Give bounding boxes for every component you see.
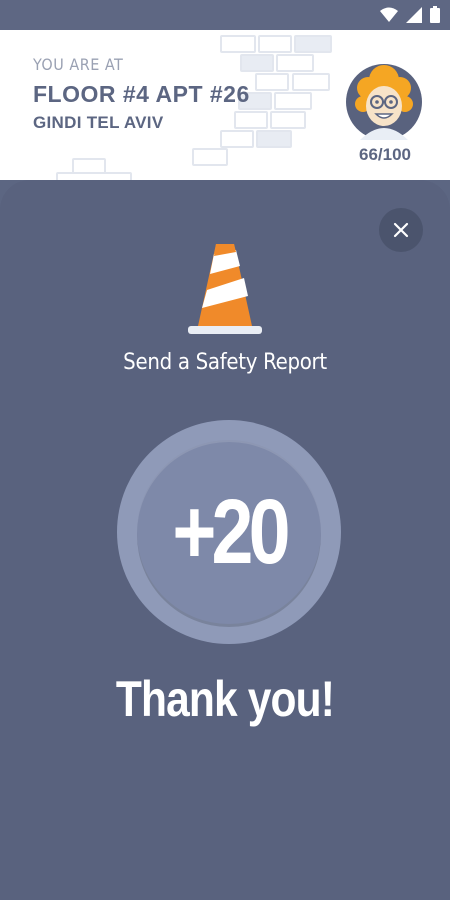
close-button[interactable] [379,208,423,252]
location-header: YOU ARE AT FLOOR #4 APT #26 GINDI TEL AV… [0,30,450,180]
location-title: FLOOR #4 APT #26 [33,81,250,107]
battery-icon [430,6,440,23]
score-counter: 66/100 [359,145,411,164]
thank-you-message: Thank you! [115,671,335,727]
points-medal: +20 [117,420,341,644]
wifi-icon [380,7,398,22]
building-name: GINDI TEL AVIV [33,113,164,132]
points-value: +20 [172,480,290,583]
report-label: Send a Safety Report [123,350,327,375]
signal-icon [406,6,422,23]
location-label: YOU ARE AT [33,55,124,74]
status-bar [0,0,450,30]
traffic-cone-icon [188,244,262,334]
close-icon [393,222,409,238]
avatar[interactable] [346,64,422,140]
